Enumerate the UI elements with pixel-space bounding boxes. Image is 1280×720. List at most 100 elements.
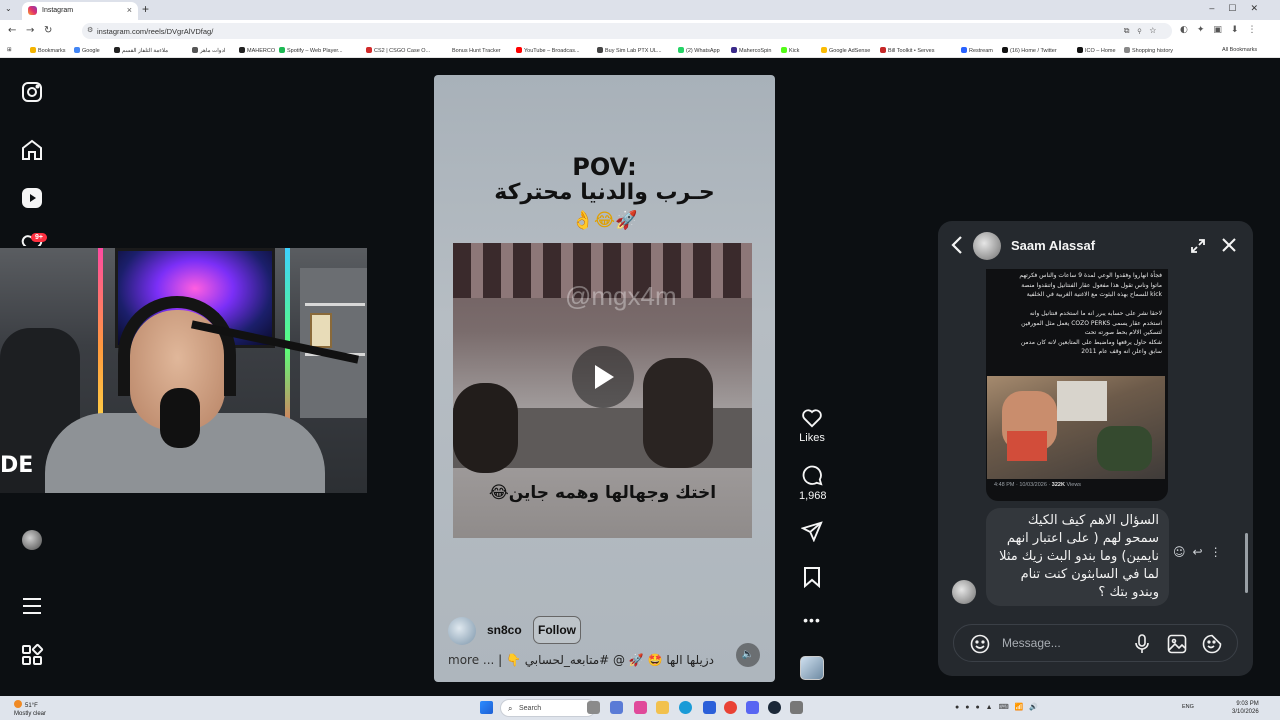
sticker-icon[interactable]	[1202, 634, 1222, 654]
bookmark-label: Restream	[969, 48, 993, 54]
bookmark-item[interactable]: MAHERCO	[239, 47, 275, 54]
shared-post-views: 322K	[1051, 482, 1065, 488]
bookmark-item[interactable]: CS2 | CSGO Case O...	[366, 47, 430, 54]
bookmark-item[interactable]: YouTube – Broadcas...	[516, 47, 580, 54]
bookmark-item[interactable]: (16) Home / Twitter	[1002, 47, 1057, 54]
comments-count: 1,968	[799, 490, 827, 502]
new-tab-button[interactable]: +	[142, 2, 149, 16]
bookmark-item[interactable]: MahercoSpin	[731, 47, 771, 54]
taskbar-search[interactable]: ⌕ Search	[500, 699, 596, 717]
tab-close-icon[interactable]: ×	[127, 5, 132, 15]
input-language[interactable]: ENG	[1182, 704, 1194, 710]
taskbar-app-settings[interactable]	[790, 701, 803, 714]
profile-avatar[interactable]	[22, 530, 42, 550]
message-more-icon[interactable]: ⋮	[1210, 545, 1222, 559]
bookmark-item[interactable]: Google AdSense	[821, 47, 870, 54]
reload-icon[interactable]: ↻	[44, 25, 52, 36]
bookmark-item[interactable]: Kick	[781, 47, 799, 54]
bookmark-favicon-icon	[731, 47, 737, 53]
chat-contact-avatar[interactable]	[973, 232, 1001, 260]
taskbar-app-task-view[interactable]	[610, 701, 623, 714]
author-username[interactable]: sn8co	[487, 623, 522, 637]
close-icon[interactable]	[1221, 237, 1237, 253]
weather-temp: 51°F	[25, 703, 38, 709]
taskbar-app-chrome[interactable]	[724, 701, 737, 714]
bookmark-label: Google	[82, 48, 100, 54]
home-icon[interactable]	[20, 138, 44, 162]
bookmark-item[interactable]: ادوات ماهر	[192, 47, 225, 54]
play-button[interactable]	[572, 346, 634, 408]
bookmark-label: Bookmarks	[38, 48, 66, 54]
taskbar-app-terminal[interactable]	[587, 701, 600, 714]
bookmark-label: MAHERCO	[247, 48, 276, 54]
address-bar[interactable]: ⚙ instagram.com/reels/DVgrAlVDfag/ ⧉⚲☆	[82, 23, 1172, 39]
expand-icon[interactable]	[1190, 238, 1206, 254]
shared-post-meta: 4:48 PM · 10/03/2026 · 322K Views	[994, 482, 1081, 488]
forward-icon[interactable]: →	[26, 25, 34, 36]
window-controls[interactable]: –☐✕	[1209, 3, 1272, 14]
save-button[interactable]	[799, 566, 825, 588]
bookmark-item[interactable]: ICO – Home	[1077, 47, 1116, 54]
bookmark-item[interactable]: Bonus Hunt Tracker	[444, 47, 501, 54]
site-info-icon[interactable]: ⚙	[87, 26, 93, 34]
microphone-icon[interactable]	[1134, 634, 1150, 654]
taskbar-app-widgets[interactable]	[634, 701, 647, 714]
taskbar-search-label: Search	[519, 705, 542, 712]
bookmark-item[interactable]: Google	[74, 47, 100, 54]
apps-icon[interactable]: ⊞	[7, 47, 12, 53]
bookmark-label: ICO – Home	[1085, 48, 1116, 54]
reel-caption[interactable]: more ... دزيلها الها 🤩 🚀 @ #متابعه_لحساب…	[448, 653, 714, 667]
image-icon[interactable]	[1167, 634, 1187, 654]
bookmark-item[interactable]: Bill Toolkit • Serves	[880, 47, 934, 54]
more-options-icon[interactable]: •••	[799, 612, 825, 628]
shared-post-card[interactable]: فجأة انهاروا وفقدوا الوعي لمدة 9 ساعات و…	[986, 269, 1168, 501]
system-tray-icons[interactable]: ●●●▲⌨📶🔊	[955, 703, 1044, 711]
message-input[interactable]	[1002, 636, 1142, 650]
comment-icon	[802, 465, 823, 486]
bookmark-item[interactable]: Shopping history	[1124, 47, 1173, 54]
taskbar-app-steam[interactable]	[768, 701, 781, 714]
menu-icon[interactable]	[20, 594, 44, 618]
taskbar-app-store[interactable]	[703, 701, 716, 714]
reels-icon[interactable]	[20, 186, 44, 210]
all-bookmarks-button[interactable]: All Bookmarks	[1222, 47, 1257, 53]
extension-icons[interactable]: ◐✦▣⬇⋮	[1180, 25, 1265, 35]
emoji-icon[interactable]	[970, 634, 990, 654]
react-emoji-icon[interactable]: ☺	[1173, 545, 1186, 559]
back-icon[interactable]: ←	[8, 25, 16, 36]
share-button[interactable]	[799, 520, 825, 542]
message-bubble[interactable]: السؤال الاهم كيف الكيك سمحو لهم ( على اع…	[986, 508, 1169, 606]
reel-video-player[interactable]: POV: حـرب والدنيا محتركة 👌😂🚀 @mgx4m اختك…	[434, 75, 775, 682]
reply-icon[interactable]: ↩	[1193, 545, 1203, 559]
taskbar-app-discord[interactable]	[746, 701, 759, 714]
bookmark-favicon-icon	[880, 47, 886, 53]
clip-watermark: @mgx4m	[565, 281, 677, 311]
address-bar-actions[interactable]: ⧉⚲☆	[1124, 26, 1164, 36]
audio-thumbnail[interactable]	[800, 656, 824, 680]
comment-button[interactable]: 1,968	[799, 464, 827, 502]
bookmark-item[interactable]: Buy Sim Lab PTX UL...	[597, 47, 662, 54]
like-button[interactable]: Likes	[799, 408, 825, 444]
volume-icon[interactable]: 🔈	[736, 643, 760, 667]
more-apps-icon[interactable]	[20, 643, 44, 667]
caption-more-link[interactable]: more ...	[448, 653, 494, 667]
author-avatar[interactable]	[448, 617, 476, 645]
bookmark-item[interactable]: (2) WhatsApp	[678, 47, 720, 54]
weather-widget[interactable]: 51°F Mostly clear	[14, 700, 46, 718]
taskbar-clock[interactable]: 9:03 PM 3/10/2026	[1232, 700, 1259, 716]
start-button[interactable]	[480, 701, 493, 714]
chat-contact-name[interactable]: Saam Alassaf	[1011, 238, 1095, 253]
bookmark-item[interactable]: ملاءمة التلفاز القسم	[114, 47, 168, 54]
browser-tab-instagram[interactable]: Instagram ×	[22, 2, 138, 20]
tab-search-icon[interactable]: ⌄	[5, 4, 12, 13]
chat-scrollbar[interactable]	[1245, 533, 1248, 593]
bookmark-favicon-icon	[192, 47, 198, 53]
bookmark-item[interactable]: Spotify – Web Player...	[279, 47, 343, 54]
chevron-left-icon[interactable]	[950, 235, 964, 255]
instagram-logo-icon[interactable]	[20, 80, 44, 104]
follow-button[interactable]: Follow	[533, 616, 581, 644]
taskbar-app-edge[interactable]	[679, 701, 692, 714]
bookmark-item[interactable]: Bookmarks	[30, 47, 66, 54]
taskbar-app-file-explorer[interactable]	[656, 701, 669, 714]
bookmark-item[interactable]: Restream	[961, 47, 993, 54]
